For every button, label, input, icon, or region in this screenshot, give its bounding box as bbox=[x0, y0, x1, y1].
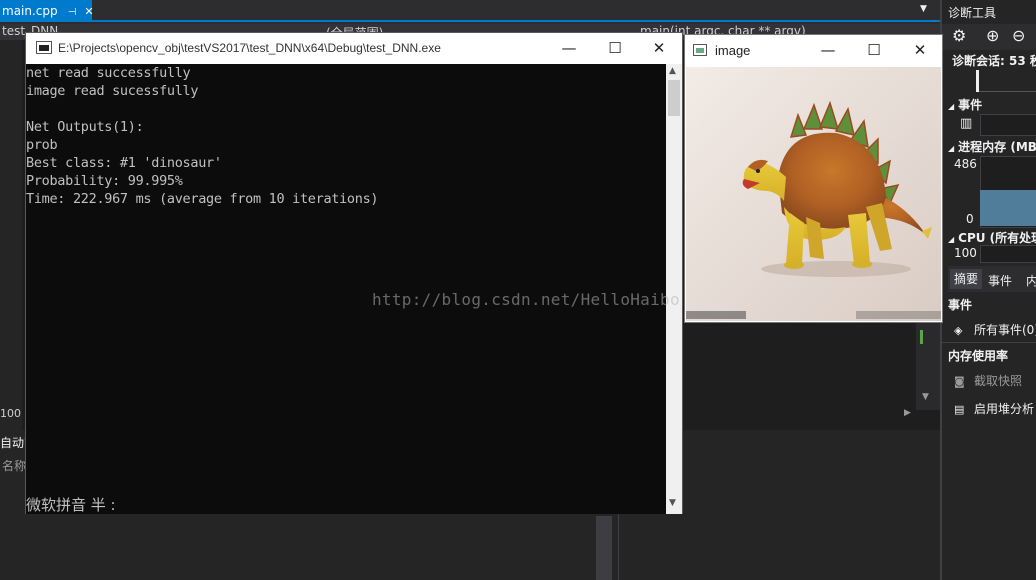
zoom-out-icon[interactable]: ⊖ bbox=[1012, 26, 1025, 45]
pause-icon[interactable]: ▥ bbox=[960, 116, 972, 131]
cpu-section-header[interactable]: ◢CPU (所有处理器) bbox=[948, 229, 1036, 246]
console-line: Probability: 99.995% bbox=[26, 173, 183, 189]
collapse-triangle-icon: ◢ bbox=[948, 144, 955, 153]
enable-heap-profiling-button[interactable]: ▤ 启用堆分析 bbox=[954, 400, 1034, 417]
memory-graph-fill bbox=[980, 190, 1036, 226]
image-window: image — ☐ ✕ bbox=[684, 34, 943, 323]
tab-summary[interactable]: 摘要 bbox=[950, 269, 983, 289]
cpu-section-title: CPU (所有处理器) bbox=[958, 231, 1036, 245]
ime-status: 微软拼音 半 : bbox=[26, 496, 116, 514]
console-line: Time: 222.967 ms (average from 10 iterat… bbox=[26, 191, 379, 207]
console-app-icon[interactable] bbox=[36, 41, 52, 54]
diagnostic-toolbar: ⚙ ⊕ ⊖ bbox=[942, 24, 1036, 50]
tab-memory-usage[interactable]: 内存使用率 bbox=[1026, 272, 1036, 289]
session-timeline[interactable] bbox=[976, 70, 1036, 92]
close-tab-icon[interactable]: ✕ bbox=[84, 5, 93, 18]
console-line: net read successfully bbox=[26, 65, 191, 81]
divider bbox=[942, 342, 1036, 343]
console-line: Best class: #1 'dinosaur' bbox=[26, 155, 222, 171]
events-icon: ◈ bbox=[954, 324, 963, 337]
console-titlebar[interactable]: E:\Projects\opencv_obj\testVS2017\test_D… bbox=[26, 33, 682, 64]
diagnostic-tabs: 摘要 事件 内存使用率 bbox=[948, 266, 1036, 292]
scroll-up-icon[interactable]: ▲ bbox=[669, 66, 676, 76]
settings-gear-icon[interactable]: ⚙ bbox=[952, 26, 966, 45]
enable-heap-label: 启用堆分析 bbox=[974, 402, 1035, 416]
editor-gutter bbox=[0, 40, 22, 430]
scrollbar-thumb[interactable] bbox=[668, 80, 680, 116]
document-tab-strip: main.cpp ⊣ ✕ ▼ bbox=[0, 0, 940, 22]
change-marker bbox=[920, 330, 923, 344]
events-header: 事件 bbox=[948, 298, 973, 312]
maximize-button[interactable]: ☐ bbox=[851, 35, 897, 65]
tab-events[interactable]: 事件 bbox=[988, 272, 1012, 289]
memory-usage-header: 内存使用率 bbox=[948, 349, 1009, 363]
take-snapshot-button[interactable]: ◙ 截取快照 bbox=[954, 372, 1022, 389]
tab-label: main.cpp bbox=[2, 4, 58, 18]
pin-icon[interactable]: ⊣ bbox=[68, 7, 77, 18]
tab-list-dropdown-icon[interactable]: ▼ bbox=[920, 4, 927, 14]
console-line: prob bbox=[26, 137, 58, 153]
scroll-down-icon[interactable]: ▼ bbox=[922, 392, 929, 402]
maximize-button[interactable]: ☐ bbox=[592, 33, 638, 63]
take-snapshot-label: 截取快照 bbox=[974, 374, 1023, 388]
zoom-in-icon[interactable]: ⊕ bbox=[986, 26, 999, 45]
diagnostic-tools-panel: 诊断工具 ⚙ ⊕ ⊖ 诊断会话: 53 秒 ◢ 事件 ▥ ◢ 进程内存 (MB) 4… bbox=[940, 0, 1036, 580]
console-window: E:\Projects\opencv_obj\testVS2017\test_D… bbox=[25, 32, 683, 514]
console-line: Net Outputs(1): bbox=[26, 119, 144, 135]
events-section-title: 事件 bbox=[958, 98, 983, 112]
tab-main-cpp[interactable]: main.cpp ⊣ ✕ bbox=[0, 0, 94, 22]
image-app-icon[interactable] bbox=[693, 44, 707, 56]
process-memory-header[interactable]: ◢ 进程内存 (MB) bbox=[948, 138, 1036, 155]
events-section-header[interactable]: ◢ 事件 bbox=[948, 96, 982, 113]
all-events-label: 所有事件(0) bbox=[974, 323, 1036, 337]
console-scrollbar[interactable]: ▲ ▼ bbox=[666, 64, 682, 514]
session-duration: 诊断会话: 53 秒 bbox=[952, 54, 1036, 68]
events-track[interactable] bbox=[980, 114, 1036, 136]
memory-max-label: 486 bbox=[954, 157, 977, 171]
collapse-triangle-icon: ◢ bbox=[948, 235, 955, 244]
scroll-down-icon[interactable]: ▼ bbox=[669, 498, 676, 508]
minimize-button[interactable]: — bbox=[546, 33, 592, 63]
image-window-titlebar[interactable]: image — ☐ ✕ bbox=[685, 35, 942, 66]
name-column-header[interactable]: 名称 bbox=[2, 457, 26, 474]
autos-scrollbar[interactable] bbox=[596, 516, 612, 580]
cpu-graph[interactable] bbox=[980, 245, 1036, 263]
timeline-cursor bbox=[976, 70, 979, 92]
all-events-link[interactable]: ◈ 所有事件(0) bbox=[954, 321, 1036, 338]
memory-min-label: 0 bbox=[966, 212, 974, 226]
cpu-max-label: 100 bbox=[954, 246, 977, 260]
diagnostic-tools-title: 诊断工具 bbox=[948, 6, 997, 20]
minimize-button[interactable]: — bbox=[805, 35, 851, 65]
close-button[interactable]: ✕ bbox=[897, 35, 943, 65]
camera-icon: ◙ bbox=[954, 375, 965, 388]
console-line: image read sucessfully bbox=[26, 83, 199, 99]
heap-icon: ▤ bbox=[954, 403, 965, 416]
process-memory-title: 进程内存 (MB) bbox=[958, 140, 1036, 154]
console-title: E:\Projects\opencv_obj\testVS2017\test_D… bbox=[58, 41, 441, 55]
scroll-right-icon[interactable]: ▶ bbox=[904, 408, 911, 418]
image-window-title: image bbox=[715, 43, 751, 58]
dinosaur-photo bbox=[686, 67, 941, 321]
console-output[interactable]: net read successfully image read sucessf… bbox=[26, 64, 666, 514]
collapse-triangle-icon: ◢ bbox=[948, 102, 955, 111]
close-button[interactable]: ✕ bbox=[636, 33, 682, 63]
